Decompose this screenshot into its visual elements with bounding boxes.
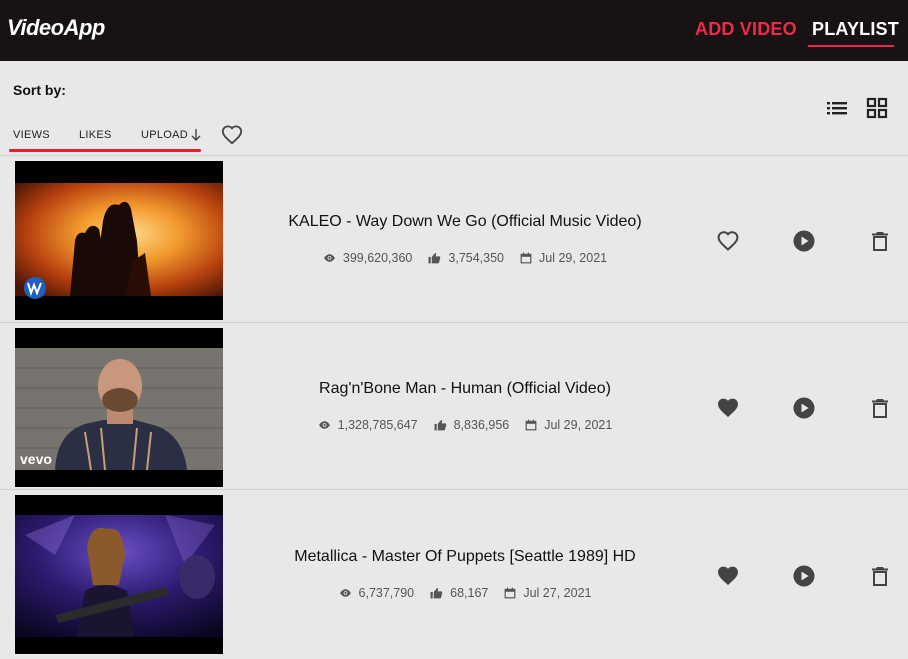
favorite-filled-icon[interactable] [716, 564, 740, 588]
video-meta: 1,328,785,647 8,836,956 Jul 29, 2021 [230, 418, 700, 432]
sort-tab-views[interactable]: VIEWS [13, 129, 50, 141]
trash-icon[interactable] [868, 396, 892, 420]
play-icon[interactable] [792, 564, 816, 588]
video-row: KALEO - Way Down We Go (Official Music V… [0, 155, 908, 322]
favorite-filled-icon[interactable] [716, 396, 740, 420]
calendar-icon [520, 252, 532, 264]
sort-tabs-underline [9, 149, 201, 152]
playlist-link[interactable]: PLAYLIST [812, 19, 899, 40]
video-meta: 6,737,790 68,167 Jul 27, 2021 [230, 586, 700, 600]
eye-icon [318, 421, 330, 429]
video-thumbnail[interactable] [15, 161, 223, 320]
trash-icon[interactable] [868, 229, 892, 253]
thumbs-up-icon [434, 419, 446, 431]
upload-date: Jul 27, 2021 [523, 586, 592, 600]
views-count: 6,737,790 [358, 586, 415, 600]
video-row: Metallica - Master Of Puppets [Seattle 1… [0, 489, 908, 656]
arrow-down-icon[interactable] [190, 128, 202, 142]
favorite-outline-icon[interactable] [716, 229, 740, 253]
thumbnail-image [15, 161, 223, 320]
add-video-link[interactable]: ADD VIDEO [695, 19, 797, 40]
top-bar: VideoApp ADD VIDEO PLAYLIST [0, 0, 908, 61]
grid-icon[interactable] [866, 97, 888, 119]
app-logo[interactable]: VideoApp [7, 15, 105, 41]
video-meta: 399,620,360 3,754,350 Jul 29, 2021 [230, 251, 700, 265]
active-nav-indicator [808, 45, 894, 47]
views-count: 1,328,785,647 [337, 418, 418, 432]
calendar-icon [504, 587, 516, 599]
thumbs-up-icon [430, 587, 443, 599]
sort-tab-upload[interactable]: UPLOAD [141, 129, 188, 141]
views-count: 399,620,360 [342, 251, 413, 265]
thumbnail-image [15, 495, 223, 654]
video-row: vevo Rag'n'Bone Man - Human (Official Vi… [0, 322, 908, 489]
likes-count: 8,836,956 [453, 418, 510, 432]
upload-date: Jul 29, 2021 [539, 251, 608, 265]
video-title[interactable]: Metallica - Master Of Puppets [Seattle 1… [230, 548, 700, 566]
eye-icon [323, 254, 335, 262]
likes-count: 3,754,350 [448, 251, 504, 265]
video-title[interactable]: Rag'n'Bone Man - Human (Official Video) [230, 380, 700, 398]
trash-icon[interactable] [868, 564, 892, 588]
video-title[interactable]: KALEO - Way Down We Go (Official Music V… [230, 213, 700, 231]
thumbnail-image: vevo [15, 328, 223, 487]
list-icon[interactable] [826, 99, 848, 117]
heart-outline-icon[interactable] [221, 124, 243, 146]
calendar-icon [525, 419, 537, 431]
play-icon[interactable] [792, 396, 816, 420]
sort-label: Sort by: [13, 82, 66, 98]
thumbs-up-icon [428, 252, 441, 264]
likes-count: 68,167 [450, 586, 489, 600]
play-icon[interactable] [792, 229, 816, 253]
eye-icon [339, 589, 351, 597]
upload-date: Jul 29, 2021 [544, 418, 613, 432]
video-thumbnail[interactable] [15, 495, 223, 654]
sort-tab-likes[interactable]: LIKES [79, 129, 112, 141]
svg-text:vevo: vevo [20, 451, 52, 467]
video-thumbnail[interactable]: vevo [15, 328, 223, 487]
